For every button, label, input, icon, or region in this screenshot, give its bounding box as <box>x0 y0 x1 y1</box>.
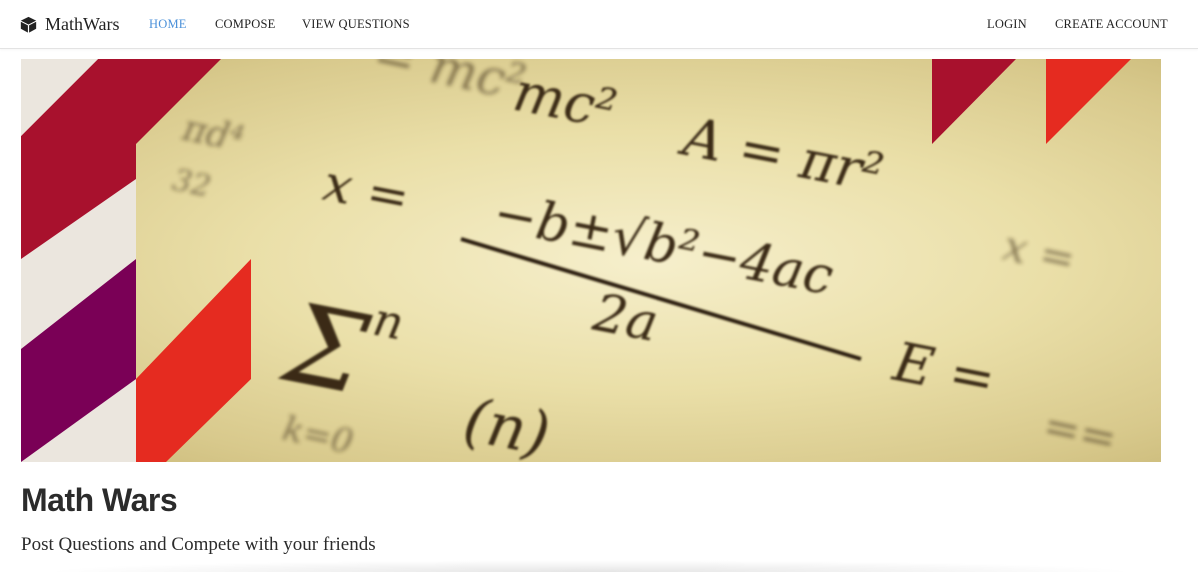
svg-text:πd⁴: πd⁴ <box>178 107 247 160</box>
red-stripe <box>136 259 251 462</box>
svg-text:E =: E = <box>888 330 1001 411</box>
right-red-triangle <box>1046 59 1131 144</box>
top-navbar: MathWars HOME COMPOSE VIEW QUESTIONS LOG… <box>0 0 1198 49</box>
svg-text:mc²: mc² <box>509 60 622 142</box>
svg-text:x =: x = <box>999 221 1080 284</box>
nav-home-link[interactable]: HOME <box>149 0 187 48</box>
brand-link[interactable]: MathWars <box>20 0 120 48</box>
page-subtitle: Post Questions and Compete with your fri… <box>21 534 376 555</box>
brand-name: MathWars <box>45 13 120 34</box>
svg-text:−b±√b²−4ac: −b±√b²−4ac <box>489 183 839 308</box>
svg-text:x =: x = <box>319 154 414 227</box>
page-title: Math Wars <box>21 482 178 518</box>
cube-icon <box>20 16 37 33</box>
nav-create-account-link[interactable]: CREATE ACCOUNT <box>1055 0 1168 48</box>
svg-text:= mc²: = mc² <box>369 59 531 113</box>
hero-banner-image: πd⁴ 32 = mc² x = == k=0 mc² A = πr² x = … <box>21 59 1161 462</box>
svg-text:(n): (n) <box>458 385 555 462</box>
nav-compose-link[interactable]: COMPOSE <box>215 0 275 48</box>
nav-view-questions-link[interactable]: VIEW QUESTIONS <box>302 0 410 48</box>
svg-text:A = πr²: A = πr² <box>674 104 889 205</box>
svg-text:32: 32 <box>169 163 214 205</box>
nav-login-link[interactable]: LOGIN <box>987 0 1027 48</box>
svg-text:Σ: Σ <box>272 278 378 419</box>
hero-illustration: πd⁴ 32 = mc² x = == k=0 mc² A = πr² x = … <box>21 59 1131 462</box>
right-crimson-triangle <box>932 59 1016 144</box>
svg-text:==: == <box>1039 400 1122 462</box>
svg-text:2a: 2a <box>588 283 663 354</box>
section-shadow <box>40 560 1140 572</box>
